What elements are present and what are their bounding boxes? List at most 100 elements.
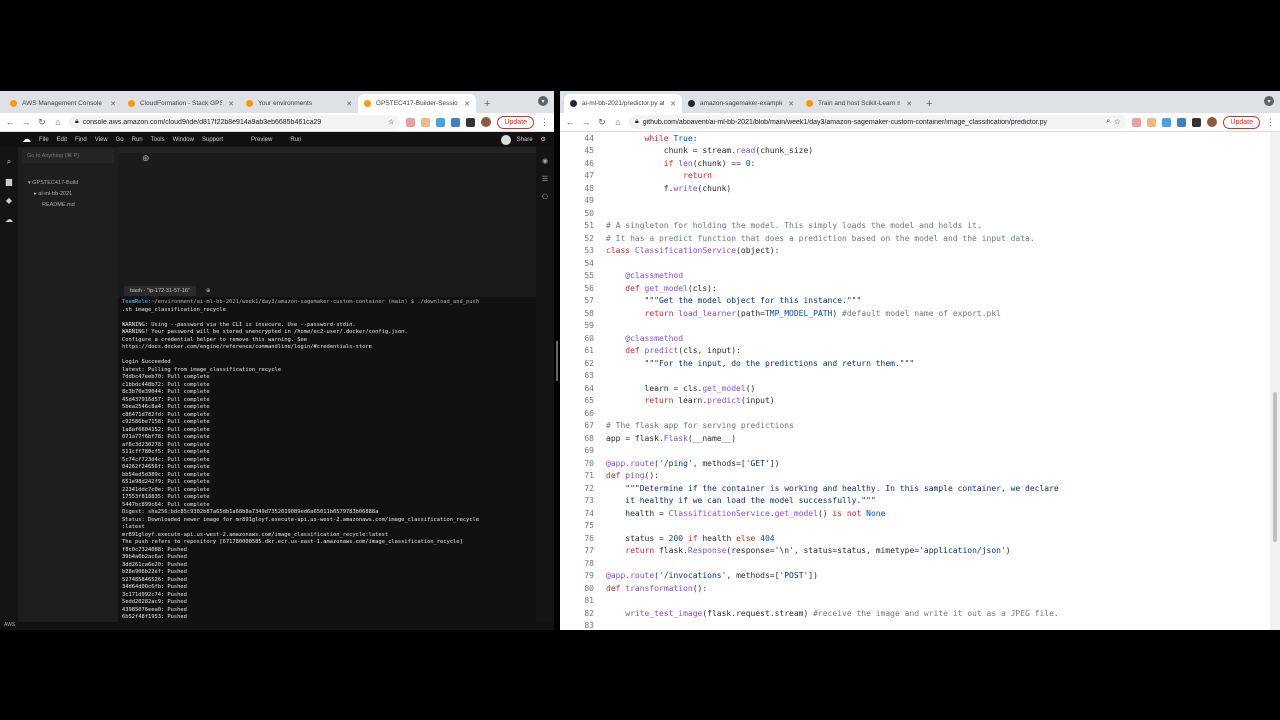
star-icon[interactable]: ☆ [1114, 118, 1120, 126]
line-number[interactable]: 82 [560, 609, 606, 618]
tab-cloudformation[interactable]: CloudFormation - Stack GPST...✕ [122, 94, 240, 113]
close-icon[interactable]: ✕ [110, 100, 116, 108]
editor-pane[interactable]: ⊕ [118, 147, 536, 281]
extension-icon[interactable] [421, 117, 431, 127]
home-icon[interactable]: ⌂ [53, 117, 63, 127]
line-number[interactable]: 61 [560, 346, 606, 355]
extension-icon[interactable] [1162, 117, 1172, 127]
extension-icon[interactable] [436, 117, 446, 127]
line-number[interactable]: 62 [560, 359, 606, 368]
line-number[interactable]: 75 [560, 521, 606, 530]
line-number[interactable]: 45 [560, 146, 606, 155]
line-number[interactable]: 67 [560, 421, 606, 430]
tree-item-file[interactable]: README.md [18, 199, 118, 210]
close-icon[interactable]: ✕ [670, 100, 676, 108]
home-icon[interactable]: ⌂ [613, 117, 623, 127]
line-number[interactable]: 70 [560, 459, 606, 468]
tab-environments[interactable]: Your environments ✕ [240, 94, 358, 113]
line-number[interactable]: 58 [560, 309, 606, 318]
close-icon[interactable]: ✕ [906, 100, 912, 108]
update-button[interactable]: Update [1223, 115, 1260, 129]
line-number[interactable]: 48 [560, 184, 606, 193]
line-number[interactable]: 73 [560, 496, 606, 505]
code-view[interactable]: 44 while True: 45 chunk = stream.read(chu… [560, 132, 1270, 630]
menu-go[interactable]: Go [116, 137, 124, 143]
line-number[interactable]: 63 [560, 371, 606, 380]
terminal-output[interactable]: TeamRole:~/environment/ai-ml-bb-2021/wee… [118, 297, 536, 630]
line-number[interactable]: 74 [560, 509, 606, 518]
line-number[interactable]: 49 [560, 196, 606, 205]
line-number[interactable]: 47 [560, 171, 606, 180]
line-number[interactable]: 56 [560, 284, 606, 293]
menu-file[interactable]: File [39, 137, 49, 143]
tab-aws-console[interactable]: AWS Management Console ✕ [4, 94, 122, 113]
preview-button[interactable]: Preview [251, 137, 272, 143]
tab-sagemaker-examples[interactable]: amazon-sagemaker-examples/...✕ [682, 94, 800, 113]
more-icon[interactable]: ⋮ [1266, 117, 1275, 128]
tab-predictor[interactable]: ai-ml-bb-2021/predictor.py at ... ✕ [564, 94, 682, 113]
menu-edit[interactable]: Edit [57, 137, 67, 143]
forward-icon[interactable]: → [581, 117, 591, 127]
tab-search-icon[interactable]: ▾ [538, 96, 548, 106]
line-number[interactable]: 79 [560, 571, 606, 580]
line-number[interactable]: 68 [560, 434, 606, 443]
share-button[interactable]: Share [517, 137, 533, 143]
scrollbar-thumb[interactable] [1273, 392, 1277, 542]
more-icon[interactable]: ⋮ [540, 117, 549, 128]
line-number[interactable]: 78 [560, 559, 606, 568]
avatar[interactable] [1207, 117, 1218, 127]
extension-icon[interactable] [1177, 117, 1187, 127]
tree-item-folder[interactable]: ▸ ai-ml-bb-2021 [18, 188, 118, 199]
extension-icon[interactable] [1192, 117, 1202, 127]
close-icon[interactable]: ✕ [464, 100, 470, 108]
line-number[interactable]: 52 [560, 234, 606, 243]
run-button[interactable]: Run [290, 137, 301, 143]
menu-support[interactable]: Support [202, 137, 223, 143]
reload-icon[interactable]: ↻ [37, 117, 47, 128]
line-number[interactable]: 76 [560, 534, 606, 543]
folder-icon[interactable]: ▆ [0, 177, 18, 186]
line-number[interactable]: 46 [560, 159, 606, 168]
line-number[interactable]: 71 [560, 471, 606, 480]
tab-builder-session[interactable]: GPSTEC417-Builder-Session ✕ [358, 94, 476, 113]
aws-icon[interactable]: ☁ [0, 215, 18, 224]
update-button[interactable]: Update [497, 115, 534, 129]
avatar[interactable] [481, 117, 492, 127]
line-number[interactable]: 57 [560, 296, 606, 305]
url-input[interactable]: 🔒︎ console.aws.amazon.com/cloud9/ide/d81… [69, 115, 401, 129]
menu-find[interactable]: Find [75, 137, 87, 143]
url-input[interactable]: 🔒︎ github.com/aboavent/ai-ml-bb-2021/blo… [629, 115, 1127, 129]
star-icon[interactable]: ☆ [388, 118, 394, 126]
extension-icon[interactable] [1132, 117, 1142, 127]
line-number[interactable]: 80 [560, 584, 606, 593]
line-number[interactable]: 51 [560, 221, 606, 230]
close-icon[interactable]: ✕ [228, 100, 234, 108]
outline-icon[interactable]: ☰ [536, 175, 554, 183]
tab-terminal[interactable]: bash - "ip-172-31-57-16" [124, 286, 196, 296]
tree-item-root[interactable]: ▾ GPSTEC417-Build [18, 177, 118, 188]
menu-view[interactable]: View [95, 137, 108, 143]
line-number[interactable]: 50 [560, 209, 606, 218]
line-number[interactable]: 69 [560, 446, 606, 455]
line-number[interactable]: 55 [560, 271, 606, 280]
back-icon[interactable]: ← [565, 117, 575, 127]
extension-icon[interactable] [1147, 117, 1157, 127]
line-number[interactable]: 81 [560, 596, 606, 605]
line-number[interactable]: 72 [560, 484, 606, 493]
line-number[interactable]: 60 [560, 334, 606, 343]
line-number[interactable]: 64 [560, 384, 606, 393]
gear-icon[interactable]: ⚙ [541, 136, 546, 143]
line-number[interactable]: 54 [560, 259, 606, 268]
zoom-icon[interactable]: ⌕ [1106, 118, 1110, 126]
terminal-pane[interactable]: bash - "ip-172-31-57-16" ⊕ TeamRole:~/en… [118, 285, 536, 630]
git-icon[interactable]: ◆ [0, 196, 18, 205]
extension-icon[interactable] [406, 117, 416, 127]
reload-icon[interactable]: ↻ [597, 117, 607, 128]
menu-run[interactable]: Run [132, 137, 143, 143]
new-file-tab-button[interactable]: ⊕ [142, 153, 150, 164]
line-number[interactable]: 53 [560, 246, 606, 255]
debugger-icon[interactable]: ⎔ [536, 193, 554, 201]
line-number[interactable]: 65 [560, 396, 606, 405]
line-number[interactable]: 59 [560, 321, 606, 330]
collaborate-icon[interactable]: ◉ [536, 157, 554, 165]
